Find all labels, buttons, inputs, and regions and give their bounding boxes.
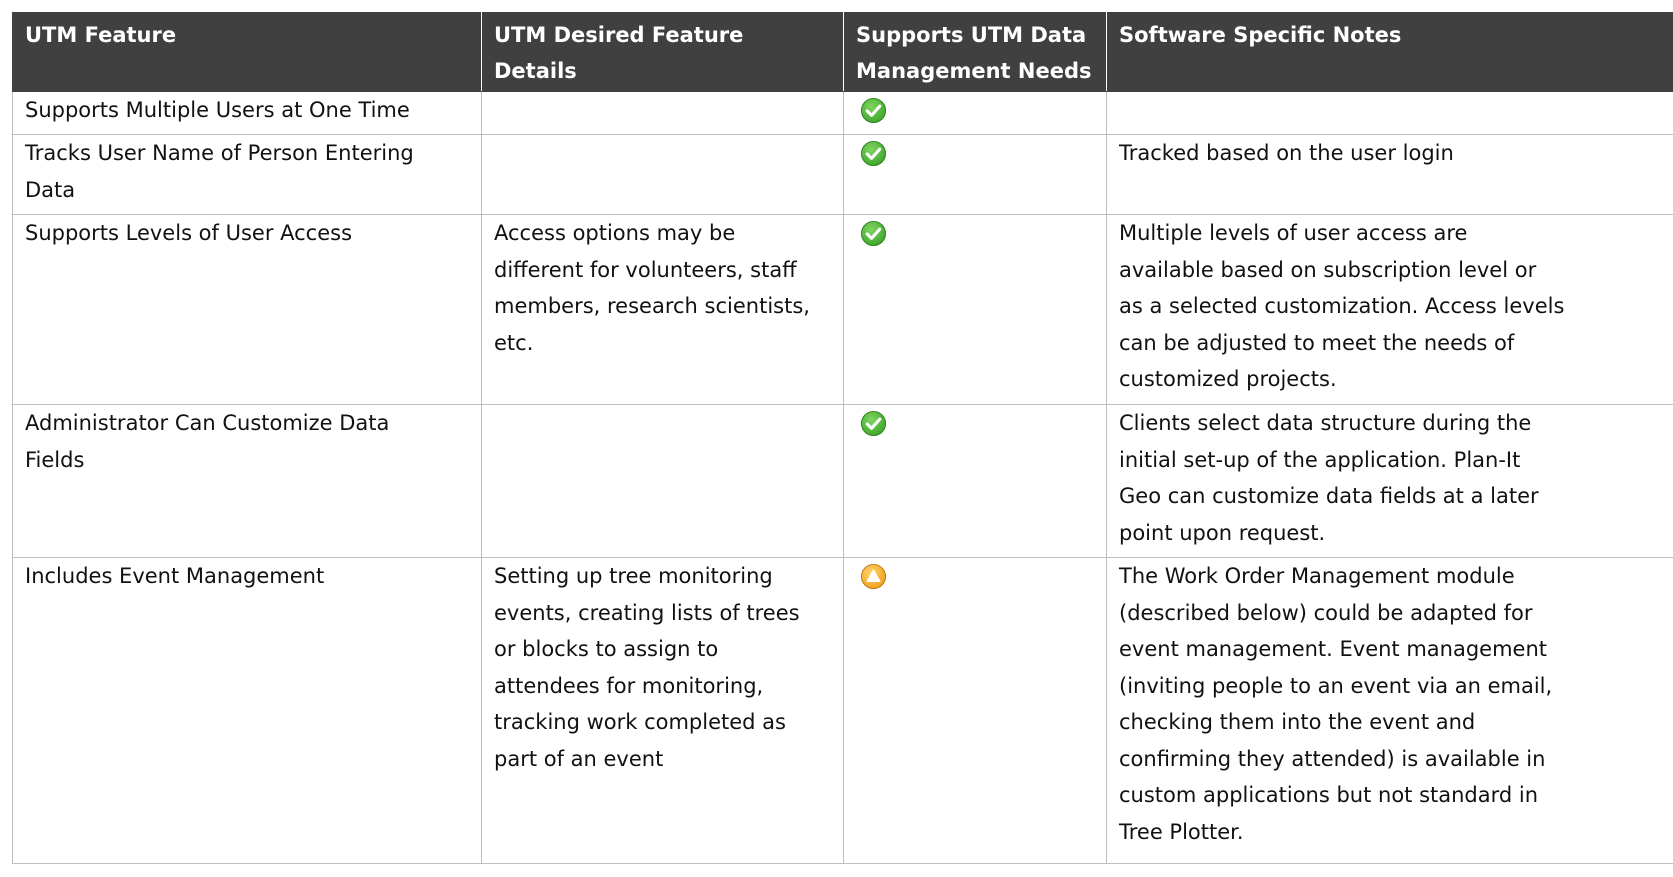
cell-text-line: checking them into the event and [1119, 710, 1476, 734]
cell-text-line: etc. [494, 330, 534, 355]
table-row: Supports Multiple Users at One Time [12, 91, 1673, 135]
cell-text-line: (described below) could be adapted for [1119, 600, 1533, 625]
header-supports-needs: Supports UTM Data Management Needs [843, 12, 1107, 92]
status-cell [843, 557, 1107, 864]
feature-table-container: UTM Feature UTM Desired Feature Details … [12, 12, 1673, 864]
header-row: UTM Feature UTM Desired Feature Details … [12, 12, 1673, 92]
cell-text-line: Supports Levels of User Access [25, 221, 353, 245]
cell-text-line: (inviting people to an event via an emai… [1119, 673, 1553, 698]
cell-text-line: attendees for monitoring, [494, 673, 764, 698]
header-utm-feature: UTM Feature [12, 12, 482, 92]
cell-text-line: Geo can customize data fields at a later [1119, 484, 1539, 508]
cell-text-line: Tree Plotter. [1119, 819, 1244, 844]
details-cell: Setting up tree monitoring events, creati… [481, 557, 844, 864]
feature-cell: Administrator Can Customize Data Fields [12, 404, 482, 558]
cell-text-line: members, research scientists, [494, 294, 810, 318]
details-cell: Access options may be different for volun… [481, 214, 844, 405]
cell-text-line: Data [25, 177, 76, 202]
cell-text-line: can be adjusted to meet the needs of [1119, 330, 1515, 355]
table-row: Supports Levels of User Access Access opt… [12, 214, 1673, 405]
feature-cell: Includes Event Management [12, 557, 482, 864]
cell-text-line: initial set-up of the application. Plan-… [1119, 447, 1521, 472]
notes-cell: Tracked based on the user login [1106, 134, 1673, 215]
cell-text-line: The Work Order Management module [1119, 564, 1515, 588]
cell-text-line: Access options may be [494, 221, 736, 245]
cell-text-line: Setting up tree monitoring [494, 564, 773, 588]
details-cell [481, 404, 844, 558]
green-check-icon [860, 97, 887, 124]
green-check-icon [860, 140, 887, 167]
page: UTM Feature UTM Desired Feature Details … [0, 0, 1673, 877]
header-text: UTM Feature [25, 23, 177, 47]
cell-text-line: Fields [25, 447, 85, 472]
cell-text-line: as a selected customization. Access leve… [1119, 294, 1565, 318]
details-cell [481, 91, 844, 135]
status-cell [843, 404, 1107, 558]
orange-warning-icon [860, 563, 887, 590]
notes-cell: Clients select data structure during the… [1106, 404, 1673, 558]
table-row: Tracks User Name of Person Entering Data T… [12, 134, 1673, 215]
cell-text-line: Tracks User Name of Person Entering [25, 141, 414, 165]
notes-cell [1106, 91, 1673, 135]
cell-text-line: Includes Event Management [25, 564, 325, 588]
cell-text-line: Clients select data structure during the [1119, 411, 1532, 435]
feature-comparison-table: UTM Feature UTM Desired Feature Details … [12, 12, 1673, 864]
notes-cell: The Work Order Management module (describ… [1106, 557, 1673, 864]
cell-text-line: Tracked based on the user login [1119, 141, 1454, 165]
header-software-notes: Software Specific Notes [1106, 12, 1673, 92]
cell-text-line: Multiple levels of user access are [1119, 221, 1468, 245]
header-text: Software Specific Notes [1119, 23, 1402, 47]
header-text: Management Needs [856, 59, 1092, 83]
cell-text-line: Supports Multiple Users at One Time [25, 98, 410, 122]
feature-cell: Supports Multiple Users at One Time [12, 91, 482, 135]
cell-text-line: point upon request. [1119, 520, 1326, 545]
cell-text-line: available based on subscription level or [1119, 257, 1537, 282]
status-cell [843, 214, 1107, 405]
header-desired-feature-details: UTM Desired Feature Details [481, 12, 844, 92]
cell-text-line: events, creating lists of trees [494, 600, 800, 625]
feature-cell: Tracks User Name of Person Entering Data [12, 134, 482, 215]
green-check-icon [860, 220, 887, 247]
details-cell [481, 134, 844, 215]
cell-text-line: or blocks to assign to [494, 637, 719, 661]
cell-text-line: event management. Event management [1119, 637, 1548, 661]
status-cell [843, 91, 1107, 135]
cell-text-line: part of an event [494, 746, 664, 771]
table-row: Administrator Can Customize Data Fields Cl… [12, 404, 1673, 558]
header-text: Supports UTM Data [856, 23, 1087, 47]
table-header: UTM Feature UTM Desired Feature Details … [12, 12, 1673, 92]
cell-text-line: custom applications but not standard in [1119, 783, 1539, 807]
green-check-icon [860, 410, 887, 437]
table-row: Includes Event Management Setting up tree… [12, 557, 1673, 864]
cell-text-line: confirming they attended) is available i… [1119, 746, 1546, 771]
cell-text-line: customized projects. [1119, 367, 1337, 391]
cell-text-line: tracking work completed as [494, 710, 786, 734]
header-text: UTM Desired Feature Details [494, 23, 744, 83]
table-body: Supports Multiple Users at One Time Track… [12, 91, 1673, 864]
cell-text-line: Administrator Can Customize Data [25, 411, 390, 435]
cell-text-line: different for volunteers, staff [494, 257, 797, 282]
feature-cell: Supports Levels of User Access [12, 214, 482, 405]
notes-cell: Multiple levels of user access are availa… [1106, 214, 1673, 405]
status-cell [843, 134, 1107, 215]
